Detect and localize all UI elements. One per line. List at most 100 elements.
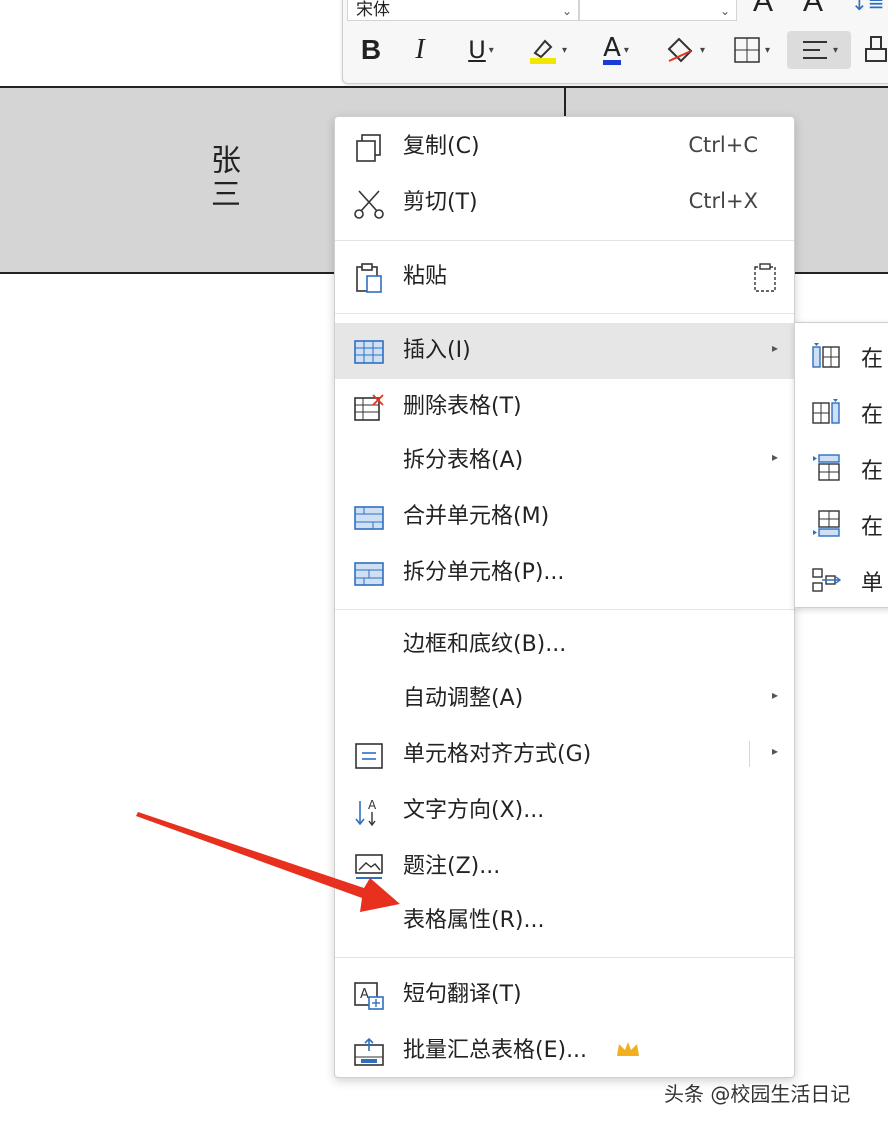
chevron-down-icon: ▾: [764, 44, 771, 56]
menu-item-label: 剪切(T): [403, 190, 478, 215]
menu-item-insert[interactable]: 插入(I) ▸: [335, 323, 794, 379]
batch-summary-icon: [351, 1035, 387, 1069]
paint-bucket-icon: [667, 37, 693, 63]
chevron-right-icon: ▸: [771, 688, 778, 702]
menu-separator: [335, 240, 794, 241]
paste-icon: [351, 261, 387, 295]
menu-item-autofit[interactable]: 自动调整(A) ▸: [335, 673, 794, 725]
menu-item-label: 题注(Z)...: [403, 854, 501, 879]
chevron-right-icon: ▸: [771, 450, 778, 464]
chevron-down-icon: ▾: [832, 44, 839, 56]
insert-submenu: 在 在 在 在 单: [794, 322, 888, 608]
menu-item-label: 拆分表格(A): [403, 448, 524, 473]
chevron-down-icon: ⌄: [561, 4, 572, 18]
paste-options-icon[interactable]: [752, 263, 780, 297]
menu-item-label: 单元格对齐方式(G): [403, 742, 592, 767]
scissors-icon: [351, 187, 387, 221]
align-button[interactable]: ▾: [787, 31, 851, 69]
table-delete-icon: [351, 391, 387, 425]
grow-font-button[interactable]: A: [753, 0, 773, 19]
menu-item-batch-summary[interactable]: 批量汇总表格(E)...: [335, 1025, 794, 1077]
menu-item-cell-align[interactable]: 单元格对齐方式(G) ▸: [335, 729, 794, 781]
menu-item-label: 拆分单元格(P)...: [403, 560, 565, 585]
shading-button[interactable]: ▾: [655, 31, 713, 69]
chevron-down-icon: ▾: [699, 44, 706, 56]
menu-item-delete-table[interactable]: 删除表格(T): [335, 381, 794, 433]
watermark-text: 头条 @校园生活日记: [664, 1082, 851, 1106]
svg-text:A: A: [368, 798, 377, 812]
bold-button[interactable]: B: [353, 31, 389, 69]
menu-item-cut[interactable]: 剪切(T) Ctrl+X: [335, 177, 794, 229]
borders-button[interactable]: ▾: [723, 31, 779, 69]
insert-column-left-icon: [812, 343, 840, 368]
menu-item-label: 表格属性(R)...: [403, 908, 545, 933]
formatting-toolbar: 宋体 ⌄ ⌄ A A ↓≡ B I U ▾ ▾ A ▾ ▾ ▾ ▾: [342, 0, 888, 84]
menu-item-split-cells[interactable]: 拆分单元格(P)...: [335, 547, 794, 599]
menu-item-label: 文字方向(X)...: [403, 798, 545, 823]
chevron-down-icon: ⌄: [719, 4, 730, 18]
line-spacing-icon[interactable]: ↓≡: [851, 0, 885, 15]
menu-separator: [335, 313, 794, 314]
menu-item-merge-cells[interactable]: 合并单元格(M): [335, 491, 794, 543]
insert-row-above-icon: [813, 454, 840, 481]
menu-item-label: 合并单元格(M): [403, 504, 550, 529]
menu-item-label: 边框和底纹(B)...: [403, 632, 567, 657]
underline-button[interactable]: U ▾: [453, 31, 509, 69]
italic-button[interactable]: I: [405, 31, 435, 69]
align-left-icon: [802, 41, 827, 59]
svg-text:A: A: [360, 987, 369, 1002]
font-name-value: 宋体: [356, 0, 390, 20]
shortcut-text: Ctrl+X: [688, 189, 758, 213]
menu-item-text-direction[interactable]: A 文字方向(X)...: [335, 785, 794, 837]
menu-item-label: 插入(I): [403, 338, 471, 363]
translate-icon: A: [351, 979, 387, 1013]
menu-item-translate[interactable]: A 短句翻译(T): [335, 969, 794, 1021]
chevron-right-icon: ▸: [771, 341, 778, 355]
menu-item-label: 自动调整(A): [403, 686, 524, 711]
table-insert-icon: [351, 335, 387, 369]
split-cells-icon: [351, 557, 387, 591]
context-menu: 复制(C) Ctrl+C 剪切(T) Ctrl+X 粘贴 插入(I) ▸ 删除表…: [334, 116, 795, 1078]
column-divider: [564, 86, 566, 116]
chevron-down-icon: ▾: [561, 44, 568, 56]
submenu-item[interactable]: 在: [795, 495, 888, 551]
chevron-down-icon: ▾: [623, 44, 629, 56]
chevron-down-icon: ▾: [488, 44, 494, 56]
menu-separator: [335, 957, 794, 958]
font-size-select[interactable]: ⌄: [579, 0, 737, 21]
insert-column-right-icon: [812, 399, 840, 424]
text-direction-icon: A: [351, 795, 387, 829]
menu-item-copy[interactable]: 复制(C) Ctrl+C: [335, 121, 794, 173]
menu-item-label: 复制(C): [403, 134, 480, 159]
submenu-item[interactable]: 在: [795, 383, 888, 439]
caption-icon: [351, 851, 387, 885]
chevron-right-icon: ▸: [771, 744, 778, 758]
highlight-button[interactable]: ▾: [519, 31, 575, 69]
shrink-font-button[interactable]: A: [803, 0, 823, 19]
menu-item-borders[interactable]: 边框和底纹(B)...: [335, 619, 794, 671]
table-cell-text[interactable]: 张三: [200, 144, 244, 212]
merge-cells-icon: [351, 501, 387, 535]
submenu-item[interactable]: 在: [795, 439, 888, 495]
menu-item-paste[interactable]: 粘贴: [335, 251, 794, 303]
copy-icon: [351, 131, 387, 165]
cell-align-icon: [351, 739, 387, 773]
format-painter-button[interactable]: [859, 31, 888, 69]
menu-item-caption[interactable]: 题注(Z)...: [335, 841, 794, 893]
highlighter-icon: [529, 39, 556, 64]
menu-item-label: 短句翻译(T): [403, 982, 522, 1007]
menu-item-label: 粘贴: [403, 264, 448, 289]
submenu-item[interactable]: 在: [795, 327, 888, 383]
border-grid-icon: [734, 37, 760, 63]
insert-cell-icon: [812, 568, 841, 592]
font-color-button[interactable]: A ▾: [589, 31, 643, 69]
shortcut-text: Ctrl+C: [688, 133, 758, 157]
menu-separator: [335, 609, 794, 610]
crown-icon: [615, 1039, 641, 1063]
format-painter-icon: [865, 36, 887, 62]
submenu-item[interactable]: 单: [795, 551, 888, 607]
font-name-select[interactable]: 宋体 ⌄: [347, 0, 579, 21]
menu-item-label: 批量汇总表格(E)...: [403, 1038, 588, 1063]
menu-item-split-table[interactable]: 拆分表格(A) ▸: [335, 435, 794, 487]
menu-item-table-properties[interactable]: 表格属性(R)...: [335, 895, 794, 947]
